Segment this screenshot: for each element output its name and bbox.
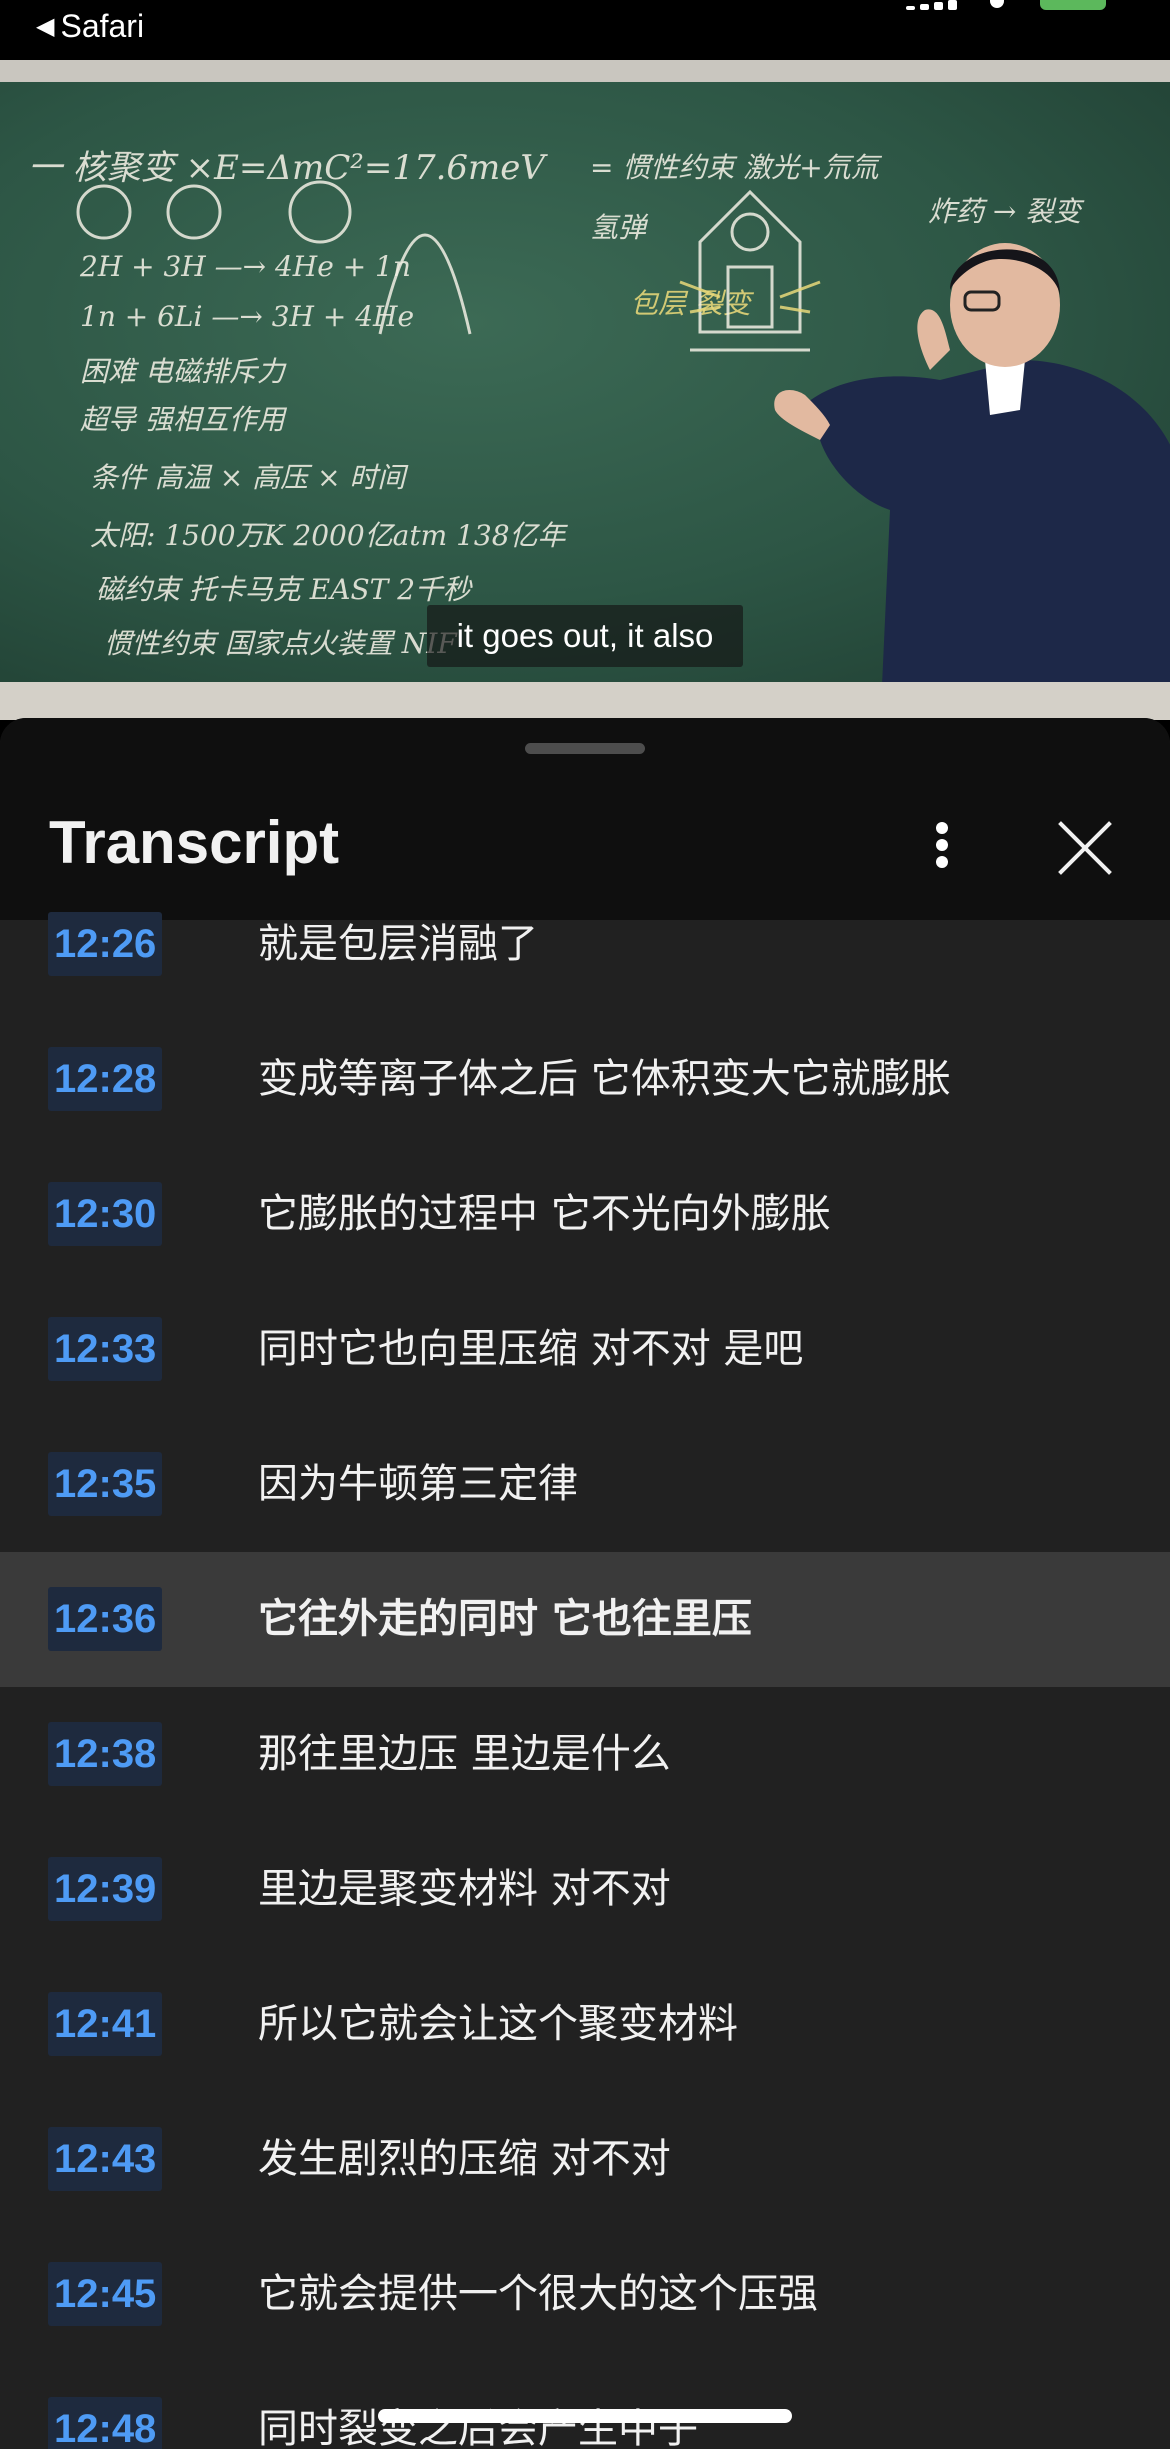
transcript-row[interactable]: 12:41 所以它就会让这个聚变材料 xyxy=(0,1957,1170,2092)
transcript-row[interactable]: 12:38 那往里边压 里边是什么 xyxy=(0,1687,1170,1822)
transcript-row[interactable]: 12:33 同时它也向里压缩 对不对 是吧 xyxy=(0,1282,1170,1417)
timestamp[interactable]: 12:33 xyxy=(48,1317,163,1381)
transcript-text: 变成等离子体之后 它体积变大它就膨胀 xyxy=(258,1056,951,1102)
transcript-text: 那往里边压 里边是什么 xyxy=(258,1731,671,1777)
transcript-panel: Transcript 12:26 就是包层消融了 12:28 变成等离子体之后 它体积… xyxy=(0,718,1170,2449)
video-subtitle: it goes out, it also xyxy=(427,605,743,667)
drag-handle[interactable] xyxy=(525,743,645,754)
transcript-text: 发生剧烈的压缩 对不对 xyxy=(258,2136,671,2182)
more-options-icon[interactable] xyxy=(920,816,964,874)
transcript-row[interactable]: 12:28 变成等离子体之后 它体积变大它就膨胀 xyxy=(0,1012,1170,1147)
transcript-row-active[interactable]: 12:36 它往外走的同时 它也往里压 xyxy=(0,1552,1170,1687)
transcript-text: 它膨胀的过程中 它不光向外膨胀 xyxy=(258,1191,831,1237)
transcript-text: 它就会提供一个很大的这个压强 xyxy=(258,2271,818,2317)
transcript-row[interactable]: 12:30 它膨胀的过程中 它不光向外膨胀 xyxy=(0,1147,1170,1282)
transcript-row[interactable]: 12:48 同时裂变之后会产生中子 xyxy=(0,2362,1170,2449)
transcript-row[interactable]: 12:26 就是包层消融了 xyxy=(0,877,1170,1012)
transcript-row[interactable]: 12:35 因为牛顿第三定律 xyxy=(0,1417,1170,1552)
transcript-row[interactable]: 12:43 发生剧烈的压缩 对不对 xyxy=(0,2092,1170,2227)
transcript-text: 所以它就会让这个聚变材料 xyxy=(258,2001,738,2047)
transcript-text: 就是包层消融了 xyxy=(258,921,538,967)
video-player[interactable]: 一 核聚变 ×E=ΔmC²=17.6meV 2H + 3H —→ 4He + 1… xyxy=(0,60,1170,720)
timestamp[interactable]: 12:38 xyxy=(48,1722,163,1786)
transcript-row[interactable]: 12:45 它就会提供一个很大的这个压强 xyxy=(0,2227,1170,2362)
timestamp[interactable]: 12:30 xyxy=(48,1182,163,1246)
transcript-title: Transcript xyxy=(49,809,340,876)
back-label: Safari xyxy=(60,8,145,44)
timestamp[interactable]: 12:45 xyxy=(48,2262,163,2326)
blackboard-frame xyxy=(0,60,1170,82)
timestamp[interactable]: 12:36 xyxy=(48,1587,163,1651)
teacher-figure xyxy=(774,243,1170,720)
home-indicator[interactable] xyxy=(378,2409,792,2423)
timestamp[interactable]: 12:48 xyxy=(48,2397,163,2449)
timestamp[interactable]: 12:26 xyxy=(48,912,163,976)
close-icon[interactable] xyxy=(1055,818,1115,878)
transcript-row[interactable]: 12:39 里边是聚变材料 对不对 xyxy=(0,1822,1170,1957)
transcript-text: 同时它也向里压缩 对不对 是吧 xyxy=(258,1326,804,1372)
timestamp[interactable]: 12:35 xyxy=(48,1452,163,1516)
timestamp[interactable]: 12:28 xyxy=(48,1047,163,1111)
timestamp[interactable]: 12:39 xyxy=(48,1857,163,1921)
battery-icon xyxy=(1040,0,1106,10)
timestamp[interactable]: 12:43 xyxy=(48,2127,163,2191)
transcript-text: 因为牛顿第三定律 xyxy=(258,1461,578,1507)
status-bar: ◀ Safari xyxy=(0,0,1170,60)
timestamp[interactable]: 12:41 xyxy=(48,1992,163,2056)
back-arrow-icon: ◀ xyxy=(36,13,55,40)
wifi-icon xyxy=(990,0,1004,8)
cellular-signal-icon xyxy=(906,0,960,10)
transcript-text: 它往外走的同时 它也往里压 xyxy=(258,1596,752,1642)
transcript-text: 里边是聚变材料 对不对 xyxy=(258,1866,671,1912)
back-to-safari-link[interactable]: ◀ Safari xyxy=(36,8,144,45)
blackboard-tray xyxy=(0,682,1170,720)
